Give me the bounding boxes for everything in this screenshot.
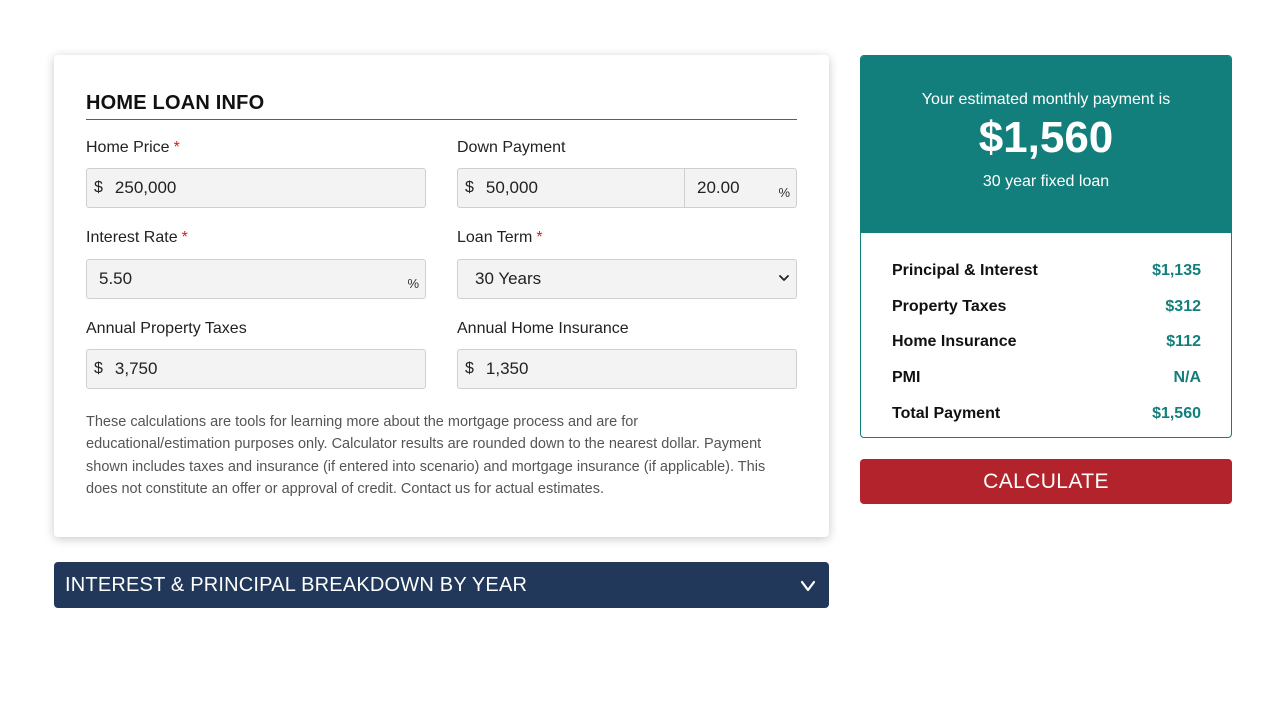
home-price-value: 250,000 [114, 178, 177, 197]
required-marker: * [181, 229, 188, 246]
row-value: $1,135 [1152, 261, 1201, 279]
home-insurance-value: 1,350 [485, 359, 529, 378]
home-price-label: Home Price * [86, 139, 180, 157]
estimated-payment-label: Your estimated monthly payment is [921, 91, 1171, 108]
dollar-prefix: $ [465, 360, 474, 377]
payment-summary-card: Your estimated monthly payment is $1,560… [860, 55, 1232, 438]
interest-rate-label-text: Interest Rate [86, 229, 178, 246]
chevron-down-icon [779, 275, 789, 281]
required-marker: * [173, 139, 180, 156]
loan-term-label-text: Loan Term [457, 229, 533, 246]
dollar-prefix: $ [465, 179, 474, 196]
down-payment-value: 50,000 [485, 178, 538, 197]
home-loan-info-card: HOME LOAN INFO Home Price * $ 250,000 Dow… [54, 55, 829, 537]
loan-term-value: 30 Years [475, 269, 542, 288]
down-payment-percent-input[interactable]: 20.00 % [684, 168, 797, 208]
disclaimer-text: These calculations are tools for learnin… [86, 414, 766, 497]
property-taxes-value: 3,750 [114, 359, 158, 378]
breakdown-row-property-taxes: Property Taxes $312 [892, 289, 1201, 325]
property-taxes-input[interactable]: $ 3,750 [86, 349, 426, 389]
property-taxes-label: Annual Property Taxes [86, 320, 247, 337]
row-value: $112 [1166, 333, 1201, 351]
breakdown-row-total-payment: Total Payment $1,560 [892, 396, 1201, 432]
breakdown-row-home-insurance: Home Insurance $112 [892, 325, 1201, 361]
interest-rate-label: Interest Rate * [86, 229, 188, 247]
loan-term-label: Loan Term * [457, 229, 543, 247]
payment-summary-header: Your estimated monthly payment is $1,560… [861, 56, 1231, 233]
row-label: PMI [892, 369, 921, 387]
breakdown-row-principal-interest: Principal & Interest $1,135 [892, 253, 1201, 289]
breakdown-accordion-label: INTEREST & PRINCIPAL BREAKDOWN BY YEAR [65, 573, 528, 596]
loan-term-select[interactable]: 30 Years [457, 259, 797, 299]
percent-suffix: % [407, 276, 419, 291]
row-value: $312 [1165, 297, 1201, 315]
calculate-button[interactable]: CALCULATE [860, 459, 1232, 504]
percent-suffix: % [778, 185, 790, 200]
down-payment-input[interactable]: $ 50,000 [457, 168, 685, 208]
row-label: Total Payment [892, 405, 1001, 423]
estimated-payment-amount: $1,560 [978, 113, 1114, 162]
payment-breakdown-list: Principal & Interest $1,135 Property Tax… [861, 233, 1231, 432]
required-marker: * [536, 229, 543, 246]
breakdown-accordion[interactable]: INTEREST & PRINCIPAL BREAKDOWN BY YEAR [54, 562, 829, 608]
row-label: Principal & Interest [892, 261, 1038, 279]
section-title: HOME LOAN INFO [86, 92, 797, 120]
down-payment-label: Down Payment [457, 139, 566, 156]
breakdown-row-pmi: PMI N/A [892, 360, 1201, 396]
home-insurance-label: Annual Home Insurance [457, 320, 629, 337]
down-payment-percent-value: 20.00 [697, 178, 740, 197]
interest-rate-input[interactable]: 5.50 % [86, 259, 426, 299]
chevron-down-icon [800, 580, 816, 592]
home-insurance-input[interactable]: $ 1,350 [457, 349, 797, 389]
dollar-prefix: $ [94, 179, 103, 196]
dollar-prefix: $ [94, 360, 103, 377]
row-label: Home Insurance [892, 333, 1017, 351]
row-value: N/A [1173, 369, 1201, 387]
home-price-input[interactable]: $ 250,000 [86, 168, 426, 208]
row-value: $1,560 [1152, 405, 1201, 423]
home-price-label-text: Home Price [86, 139, 170, 156]
interest-rate-value: 5.50 [99, 269, 133, 288]
row-label: Property Taxes [892, 297, 1007, 315]
loan-type-label: 30 year fixed loan [982, 173, 1110, 190]
